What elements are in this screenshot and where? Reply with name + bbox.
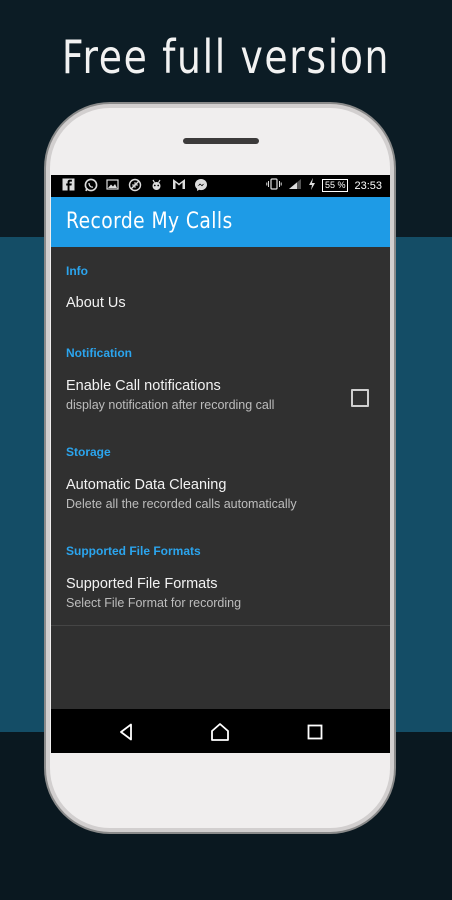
clock: 23:53 [354,179,382,192]
vibrate-icon [266,178,282,193]
phone-screen: 55 % 23:53 Recorde My Calls Info About U… [51,175,390,753]
section-header-storage: Storage [66,445,111,459]
whatsapp-icon [83,178,98,193]
settings-item-call-notifications[interactable]: Enable Call notifications display notifi… [51,367,390,421]
item-subtitle: Select File Format for recording [66,596,242,610]
messenger-icon [193,178,208,193]
bug-icon [149,178,164,193]
notifications-checkbox[interactable] [351,389,369,407]
section-header-info: Info [66,264,88,278]
phone-speaker [183,138,259,144]
section-header-notification: Notification [66,346,132,360]
item-title: About Us [66,295,126,311]
item-subtitle: display notification after recording cal… [66,398,275,412]
app-title: Recorde My Calls [66,209,233,234]
item-subtitle: Delete all the recorded calls automatica… [66,497,297,511]
settings-item-about-us[interactable]: About Us [51,285,390,325]
item-title: Automatic Data Cleaning [66,477,227,493]
list-divider [51,625,390,626]
status-bar: 55 % 23:53 [51,175,390,197]
no-data-icon [127,178,142,193]
promo-headline: Free full version [61,30,391,84]
item-title: Enable Call notifications [66,378,221,394]
battery-level: 55 % [321,179,349,192]
section-header-formats: Supported File Formats [66,544,201,558]
app-bar: Recorde My Calls [51,197,390,247]
navigation-bar [51,709,390,753]
charging-icon [308,178,316,193]
settings-item-data-cleaning[interactable]: Automatic Data Cleaning Delete all the r… [51,466,390,520]
item-title: Supported File Formats [66,576,218,592]
recents-icon[interactable] [304,721,326,743]
facebook-icon [61,178,76,193]
back-icon[interactable] [116,721,138,743]
image-icon [105,178,120,193]
gmail-icon [171,178,186,193]
home-icon[interactable] [209,721,231,743]
settings-item-file-formats[interactable]: Supported File Formats Select File Forma… [51,565,390,619]
signal-icon [288,178,302,193]
